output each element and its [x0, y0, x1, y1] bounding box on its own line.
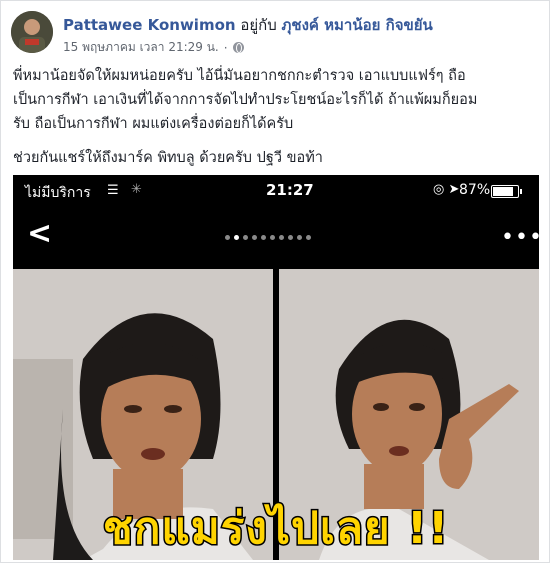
page-dot [297, 235, 302, 240]
post-body-line: พี่หมาน้อยจัดให้ผมหน่อยครับ ไอ้นี่มันอยา… [13, 68, 466, 84]
post-meta: 15 พฤษภาคม เวลา 21:29 น. · [63, 38, 244, 57]
globe-icon[interactable] [232, 42, 244, 53]
page-dot [306, 235, 311, 240]
page-indicator [225, 235, 311, 240]
page-dot [225, 235, 230, 240]
tagged-people[interactable]: ภุชงค์ หมาน้อย กิจขยัน [282, 16, 433, 34]
separator: · [223, 40, 228, 55]
more-icon: ••• [501, 225, 539, 250]
phone-time: 21:27 [266, 181, 314, 199]
post-body-line: รับ ถือเป็นการกีฬา ผมแต่งเครื่องต่อยก็ได… [13, 116, 294, 132]
page-dot-active [234, 235, 239, 240]
post-image[interactable]: ไม่มีบริการ ☰ ✳ 21:27 ◎ ➤ 87% < ••• ชกแม… [13, 175, 539, 560]
back-icon: < [27, 216, 53, 251]
post-body-line: เป็นการกีฬา เอาเงินที่ได้จากการจัดไปทำปร… [13, 92, 478, 108]
carrier-text: ไม่มีบริการ [25, 185, 91, 201]
facebook-post: Pattawee Konwimon อยู่กับ ภุชงค์ หมาน้อย… [0, 0, 550, 563]
post-header: Pattawee Konwimon อยู่กับ ภุชงค์ หมาน้อย… [63, 13, 433, 37]
page-dot [261, 235, 266, 240]
post-date[interactable]: 15 พฤษภาคม เวลา 21:29 น. [63, 38, 219, 57]
page-dot [288, 235, 293, 240]
meme-caption: ชกแมร่งไปเลย !! [101, 502, 450, 556]
loading-icon: ✳ [131, 182, 142, 197]
location-icon: ◎ ➤ [433, 182, 460, 197]
phone-nav-bar: < ••• [13, 207, 539, 267]
page-dot [279, 235, 284, 240]
battery-percent: 87% [459, 182, 491, 198]
wifi-icon: ☰ [107, 183, 119, 198]
page-dot [243, 235, 248, 240]
author-avatar[interactable] [11, 11, 53, 53]
author-name[interactable]: Pattawee Konwimon [63, 16, 236, 34]
page-dot [270, 235, 275, 240]
battery-icon [491, 185, 522, 198]
post-share-line: ช่วยกันแชร์ให้ถึงมาร์ค พิทบลู ด้วยครับ ป… [13, 150, 323, 166]
with-text: อยู่กับ [235, 16, 282, 34]
page-dot [252, 235, 257, 240]
phone-status-bar: ไม่มีบริการ ☰ ✳ 21:27 ◎ ➤ 87% [13, 175, 539, 207]
